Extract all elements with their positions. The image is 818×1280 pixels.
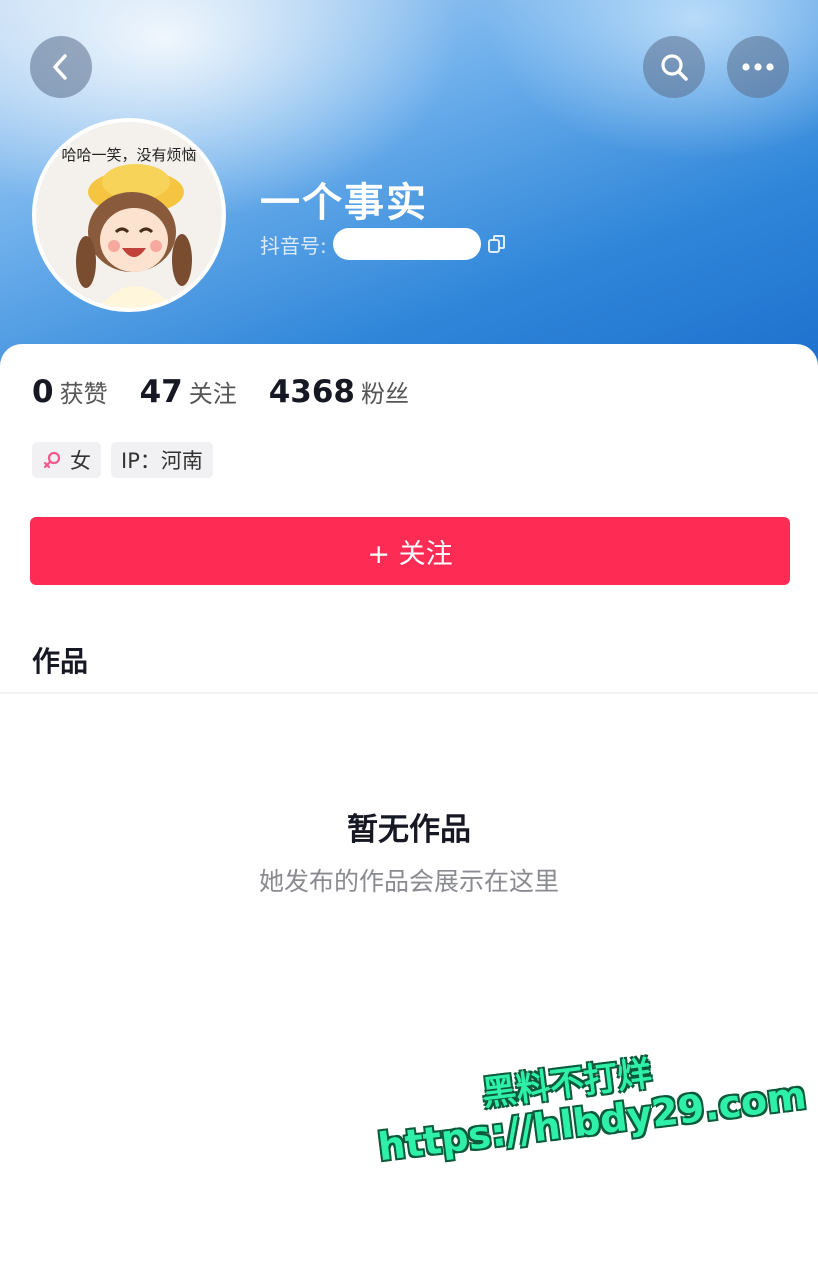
more-button[interactable] bbox=[727, 36, 789, 98]
search-icon bbox=[661, 54, 688, 81]
gender-tag: 女 bbox=[32, 442, 101, 478]
divider bbox=[0, 692, 818, 694]
stat-following-label: 关注 bbox=[188, 380, 237, 408]
female-icon bbox=[43, 451, 61, 469]
stats-row: 0 获赞 47 关注 4368 粉丝 bbox=[32, 374, 441, 410]
watermark: 黑料不打烊 https://hlbdy29.com bbox=[370, 1029, 809, 1209]
profile-info-card: 0 获赞 47 关注 4368 粉丝 女 IP：河南 + 关注 作品 bbox=[0, 344, 818, 694]
empty-works-subtitle: 她发布的作品会展示在这里 bbox=[258, 867, 559, 896]
stat-following[interactable]: 47 关注 bbox=[140, 374, 237, 410]
back-button[interactable] bbox=[30, 36, 92, 98]
more-dots-icon bbox=[742, 63, 774, 71]
douyin-id-redacted bbox=[332, 228, 481, 260]
gender-label: 女 bbox=[70, 449, 91, 473]
douyin-id-row: 抖音号: bbox=[260, 228, 507, 260]
stat-likes[interactable]: 0 获赞 bbox=[32, 374, 108, 410]
douyin-id-label: 抖音号: bbox=[260, 233, 327, 258]
ip-location-tag: IP：河南 bbox=[111, 442, 213, 478]
stat-likes-value: 0 bbox=[32, 374, 54, 410]
stat-followers-value: 4368 bbox=[268, 374, 355, 410]
search-button[interactable] bbox=[643, 36, 705, 98]
chevron-left-icon bbox=[53, 54, 67, 80]
stat-likes-label: 获赞 bbox=[59, 380, 108, 408]
works-tab[interactable]: 作品 bbox=[32, 640, 88, 680]
profile-tags: 女 IP：河南 bbox=[32, 442, 223, 478]
stat-followers[interactable]: 4368 粉丝 bbox=[269, 374, 409, 410]
stat-followers-label: 粉丝 bbox=[361, 380, 409, 408]
stat-following-value: 47 bbox=[139, 374, 183, 410]
cartoon-girl-avatar-illustration bbox=[76, 164, 192, 308]
nickname: 一个事实 bbox=[260, 180, 428, 226]
follow-button[interactable]: + 关注 bbox=[30, 517, 790, 585]
empty-works-title: 暂无作品 bbox=[347, 812, 471, 848]
ip-location-label: IP：河南 bbox=[121, 449, 203, 473]
copy-icon[interactable] bbox=[487, 234, 507, 254]
avatar[interactable]: 哈哈一笑，没有烦恼 bbox=[32, 118, 226, 312]
